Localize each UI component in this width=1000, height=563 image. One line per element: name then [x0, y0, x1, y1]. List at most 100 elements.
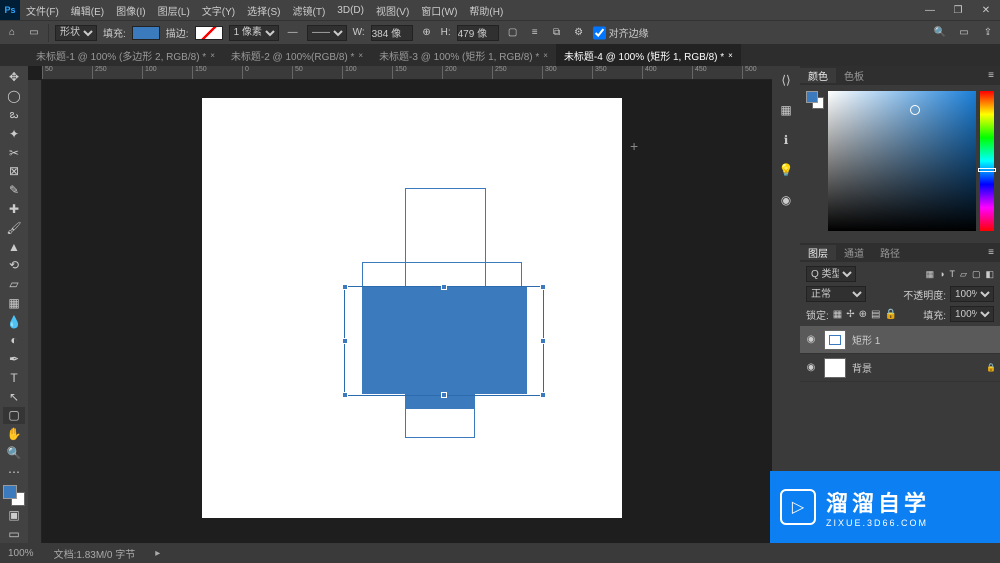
visibility-toggle[interactable]: ◉	[804, 334, 818, 345]
properties-panel-icon[interactable]: ▦	[776, 100, 796, 120]
canvas[interactable]	[202, 98, 622, 518]
close-icon[interactable]: ×	[358, 51, 363, 60]
lock-nest-icon[interactable]: ▤	[871, 309, 880, 320]
layer-thumb[interactable]	[824, 330, 846, 350]
lock-pix-icon[interactable]: ⊕	[859, 309, 867, 320]
rectangle-tool[interactable]: ▢	[3, 407, 25, 424]
menu-window[interactable]: 窗口(W)	[415, 3, 463, 18]
home-icon[interactable]: ⌂	[4, 25, 20, 41]
edit-toolbar[interactable]: ⋯	[3, 463, 25, 480]
panel-menu-icon[interactable]: ≡	[982, 70, 1000, 81]
color-panel[interactable]	[800, 85, 1000, 237]
close-icon[interactable]: ×	[210, 51, 215, 60]
filter-smart-icon[interactable]: ▢	[972, 269, 981, 280]
path-arrange-icon[interactable]: ⧉	[549, 25, 565, 41]
heal-tool[interactable]: ✚	[3, 201, 25, 218]
doc-tab-1[interactable]: 未标题-1 @ 100% (多边形 2, RGB/8) *×	[28, 44, 223, 66]
handle-sw[interactable]	[342, 392, 348, 398]
hue-slider[interactable]	[980, 91, 994, 231]
color-swatches[interactable]	[3, 485, 25, 505]
layer-row-rect1[interactable]: ◉ 矩形 1	[800, 326, 1000, 354]
blur-tool[interactable]: 💧	[3, 313, 25, 330]
handle-s[interactable]	[441, 392, 447, 398]
swatches-tab[interactable]: 色板	[836, 68, 872, 83]
stroke-size-select[interactable]: 1 像素	[229, 25, 279, 41]
color-cursor[interactable]	[910, 105, 920, 115]
ruler-horizontal[interactable]: 5025010015005010015020025030035040045050…	[42, 66, 772, 80]
menu-edit[interactable]: 编辑(E)	[65, 3, 110, 18]
menu-file[interactable]: 文件(F)	[20, 3, 65, 18]
layer-name[interactable]: 背景	[852, 360, 872, 375]
doc-tab-2[interactable]: 未标题-2 @ 100%(RGB/8) *×	[223, 44, 371, 66]
history-brush-tool[interactable]: ⟲	[3, 257, 25, 274]
lasso-tool[interactable]: ఒ	[3, 107, 25, 124]
channels-tab[interactable]: 通道	[836, 245, 872, 260]
lock-icon[interactable]: 🔒	[884, 309, 896, 320]
close-icon[interactable]: ×	[543, 51, 548, 60]
hue-cursor[interactable]	[978, 168, 996, 172]
handle-nw[interactable]	[342, 284, 348, 290]
dodge-tool[interactable]: ◐	[3, 332, 25, 349]
handle-ne[interactable]	[540, 284, 546, 290]
marquee-tool[interactable]: ◯	[3, 88, 25, 105]
lock-all-icon[interactable]: ▦	[833, 309, 842, 320]
menu-3d[interactable]: 3D(D)	[331, 5, 370, 16]
info-panel-icon[interactable]: ℹ	[776, 130, 796, 150]
move-tool[interactable]: ✥	[3, 69, 25, 86]
color-tab[interactable]: 颜色	[800, 68, 836, 83]
eyedropper-tool[interactable]: ✎	[3, 182, 25, 199]
layer-row-background[interactable]: ◉ 背景 🔒	[800, 354, 1000, 382]
path-ops-icon[interactable]: ▢	[505, 25, 521, 41]
menu-select[interactable]: 选择(S)	[241, 3, 286, 18]
opacity-select[interactable]: 100%	[950, 286, 994, 302]
filter-type-icon[interactable]: T	[950, 269, 956, 280]
stroke-type-icon[interactable]: —	[285, 25, 301, 41]
paths-tab[interactable]: 路径	[872, 245, 908, 260]
doc-tab-4[interactable]: 未标题-4 @ 100% (矩形 1, RGB/8) *×	[556, 44, 741, 66]
filter-toggle-icon[interactable]: ◧	[985, 269, 994, 280]
brush-tool[interactable]: 🖌	[3, 219, 25, 236]
wand-tool[interactable]: ✦	[3, 126, 25, 143]
window-minimize[interactable]: —	[916, 0, 944, 20]
handle-e[interactable]	[540, 338, 546, 344]
screenmode-tool[interactable]: ▭	[3, 525, 25, 542]
fill-swatch[interactable]	[132, 26, 160, 40]
menu-view[interactable]: 视图(V)	[370, 3, 415, 18]
menu-help[interactable]: 帮助(H)	[463, 3, 509, 18]
layer-thumb[interactable]	[824, 358, 846, 378]
layers-tab[interactable]: 图层	[800, 245, 836, 260]
workspace-icon[interactable]: ▭	[956, 25, 972, 41]
width-input[interactable]	[371, 25, 413, 41]
height-input[interactable]	[457, 25, 499, 41]
search-icon[interactable]: 🔍	[932, 25, 948, 41]
doc-tab-3[interactable]: 未标题-3 @ 100% (矩形 1, RGB/8) *×	[371, 44, 556, 66]
visibility-toggle[interactable]: ◉	[804, 362, 818, 373]
type-tool[interactable]: T	[3, 369, 25, 386]
path-align-icon[interactable]: ≡	[527, 25, 543, 41]
shape-mode-select[interactable]: 形状	[55, 25, 97, 41]
crop-tool[interactable]: ✂	[3, 144, 25, 161]
eraser-tool[interactable]: ▱	[3, 276, 25, 293]
doc-info[interactable]: 文档:1.83M/0 字节	[54, 546, 136, 561]
quickmask-tool[interactable]: ▣	[3, 507, 25, 524]
frame-tool[interactable]: ⊠	[3, 163, 25, 180]
filter-pixel-icon[interactable]: ▦	[926, 269, 935, 280]
char-panel-icon[interactable]: 💡	[776, 160, 796, 180]
filter-shape-icon[interactable]: ▱	[960, 269, 967, 280]
menu-layer[interactable]: 图层(L)	[152, 3, 196, 18]
path-select-tool[interactable]: ↖	[3, 388, 25, 405]
menu-type[interactable]: 文字(Y)	[196, 3, 241, 18]
doc-info-arrow[interactable]: ▸	[155, 548, 160, 559]
blend-mode-select[interactable]: 正常	[806, 286, 866, 302]
link-wh-icon[interactable]: ⊕	[419, 25, 435, 41]
align-edges-checkbox[interactable]: 对齐边缘	[593, 25, 649, 41]
color-field[interactable]	[828, 91, 976, 231]
lock-pos-icon[interactable]: ✢	[846, 309, 854, 320]
layer-name[interactable]: 矩形 1	[852, 332, 880, 347]
menu-filter[interactable]: 滤镜(T)	[287, 3, 332, 18]
panel-menu-icon[interactable]: ≡	[982, 247, 1000, 258]
zoom-tool[interactable]: 🔍	[3, 445, 25, 462]
history-panel-icon[interactable]: ⟨⟩	[776, 70, 796, 90]
tool-preset-icon[interactable]: ▭	[26, 25, 42, 41]
fill-select[interactable]: 100%	[950, 306, 994, 322]
